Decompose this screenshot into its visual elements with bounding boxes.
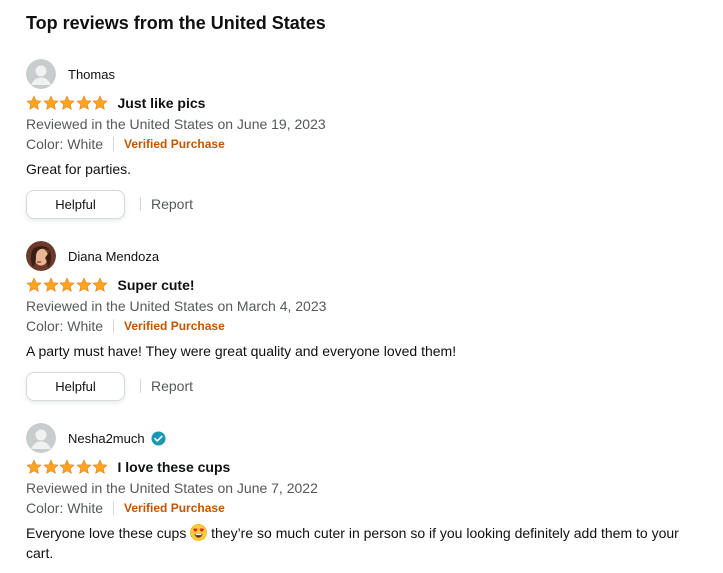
- verified-purchase-badge: Verified Purchase: [124, 137, 225, 151]
- star-icon: [75, 277, 92, 292]
- review-item: Diana Mendoza Super cute! Reviewed in th…: [26, 241, 723, 401]
- default-avatar-icon: [26, 59, 56, 89]
- star-icon: [75, 95, 92, 110]
- star-icon: [42, 459, 59, 474]
- section-title: Top reviews from the United States: [26, 13, 326, 33]
- star-icon: [26, 277, 42, 292]
- report-link[interactable]: Report: [151, 196, 193, 212]
- review-date: Reviewed in the United States on June 7,…: [26, 480, 318, 496]
- heart-eyes-emoji-icon: [190, 524, 208, 541]
- star-icon: [59, 95, 75, 110]
- review-body-text: Everyone love these cups: [26, 525, 187, 541]
- star-icon: [92, 459, 108, 474]
- review-body: Great for parties.: [26, 161, 132, 177]
- star-icon: [26, 95, 42, 110]
- reviewer-name: Nesha2much: [68, 430, 145, 446]
- star-icon: [59, 459, 75, 474]
- photo-avatar-icon: [26, 241, 56, 271]
- star-icon: [75, 459, 92, 474]
- color-variant: Color: White: [26, 136, 104, 152]
- reviewer-name: Thomas: [68, 66, 115, 82]
- review-body: A party must have! They were great quali…: [26, 343, 457, 359]
- review-title-link[interactable]: Just like pics: [118, 95, 206, 111]
- report-link[interactable]: Report: [151, 378, 193, 394]
- divider: [140, 379, 141, 393]
- reviewer-profile[interactable]: Thomas: [26, 59, 723, 89]
- review-title-link[interactable]: Super cute!: [118, 277, 195, 293]
- reviewer-profile[interactable]: Diana Mendoza: [26, 241, 723, 271]
- review-date: Reviewed in the United States on June 19…: [26, 116, 326, 132]
- star-rating[interactable]: [26, 95, 109, 111]
- divider: [113, 137, 115, 151]
- star-icon: [92, 277, 108, 292]
- divider: [140, 197, 141, 211]
- review-title-link[interactable]: I love these cups: [118, 459, 231, 475]
- color-variant: Color: White: [26, 500, 104, 516]
- review-date: Reviewed in the United States on March 4…: [26, 298, 327, 314]
- default-avatar-icon: [26, 423, 56, 453]
- review-item: Nesha2much I love these cups Reviewed in…: [26, 423, 723, 563]
- star-icon: [92, 95, 108, 110]
- star-icon: [42, 277, 59, 292]
- divider: [113, 501, 115, 515]
- star-icon: [59, 277, 75, 292]
- review-body: Everyone love these cups they’re so much…: [26, 523, 706, 563]
- verified-purchase-badge: Verified Purchase: [124, 501, 225, 515]
- star-icon: [26, 459, 42, 474]
- verified-purchase-badge: Verified Purchase: [124, 319, 225, 333]
- star-rating[interactable]: [26, 277, 109, 293]
- helpful-button[interactable]: Helpful: [26, 189, 125, 219]
- reviews-section: Top reviews from the United States Thoma…: [0, 0, 723, 563]
- reviewer-profile[interactable]: Nesha2much: [26, 423, 723, 453]
- helpful-button[interactable]: Helpful: [26, 371, 125, 401]
- verified-check-icon: [151, 430, 166, 446]
- divider: [113, 319, 115, 333]
- star-icon: [42, 95, 59, 110]
- reviewer-name: Diana Mendoza: [68, 248, 160, 264]
- review-item: Thomas Just like pics Reviewed in the Un…: [26, 59, 723, 219]
- star-rating[interactable]: [26, 459, 109, 475]
- color-variant: Color: White: [26, 318, 104, 334]
